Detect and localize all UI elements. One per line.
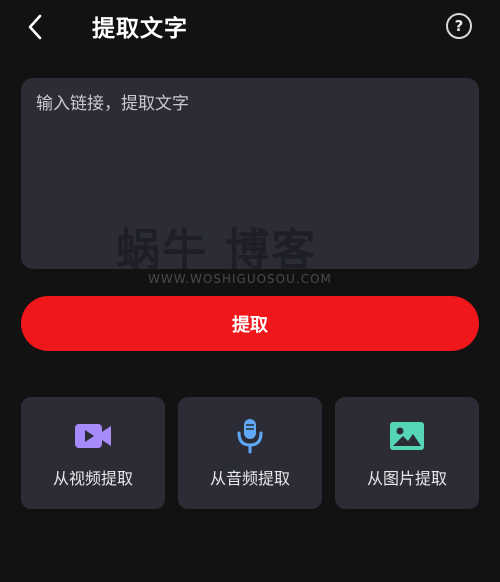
source-label: 从视频提取 [52,469,133,488]
extract-button[interactable]: 提取 [21,296,479,351]
back-button[interactable] [22,12,48,42]
image-icon [387,419,427,453]
link-input-card[interactable] [21,78,479,269]
video-camera-icon [73,419,113,453]
link-input[interactable] [36,92,464,255]
extract-from-audio-button[interactable]: 从音频提取 [178,397,322,509]
microphone-icon [230,419,270,454]
extract-from-video-button[interactable]: 从视频提取 [21,397,165,509]
header-bar: 提取文字 ? [0,0,500,60]
extract-from-image-button[interactable]: 从图片提取 [335,397,479,509]
source-label: 从图片提取 [366,469,447,488]
question-mark-icon: ? [454,17,464,35]
help-button[interactable]: ? [446,13,472,39]
watermark-sub: WWW.WOSHIGUOSOU.COM [148,272,332,286]
chevron-left-icon [28,14,42,40]
source-label: 从音频提取 [209,469,290,488]
page-title: 提取文字 [92,16,188,42]
